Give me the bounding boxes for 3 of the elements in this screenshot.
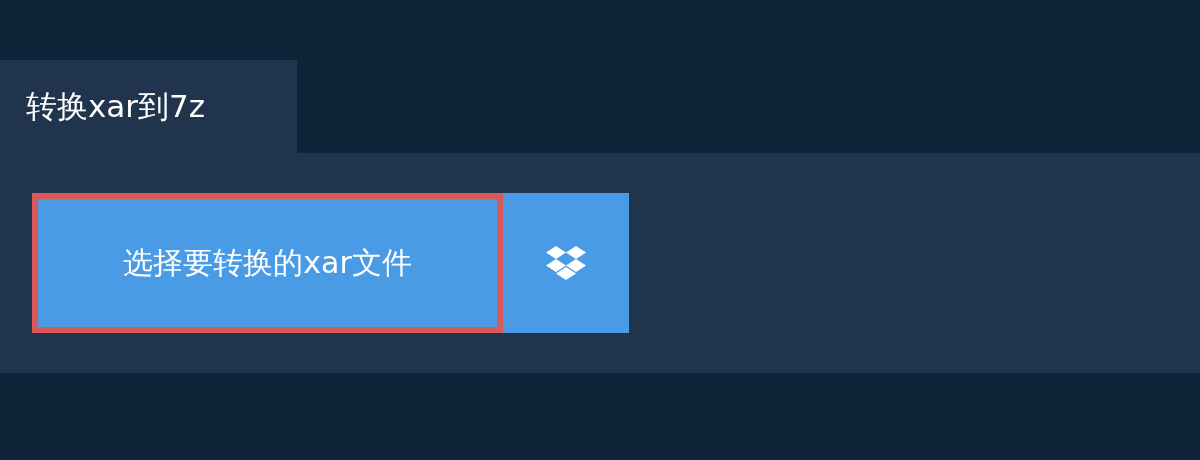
- dropbox-button[interactable]: [503, 193, 629, 333]
- page-tab[interactable]: 转换xar到7z: [0, 60, 297, 153]
- dropbox-icon: [545, 245, 587, 281]
